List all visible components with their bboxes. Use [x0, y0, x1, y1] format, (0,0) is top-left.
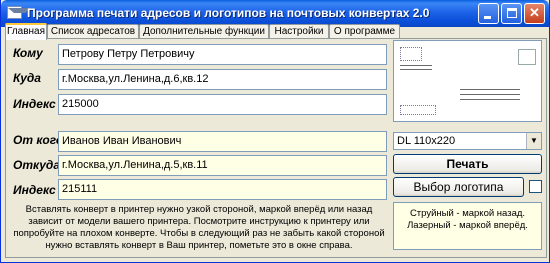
recipient-line-2	[460, 94, 520, 95]
printer-note-line-2: Лазерный - маркой вперёд.	[407, 220, 528, 231]
main-window: Программа печати адресов и логотипов на …	[0, 0, 550, 263]
where-field[interactable]: г.Москва,ул.Ленина,д.6,кв.12	[58, 69, 387, 90]
tab-extra-functions[interactable]: Дополнительные функции	[139, 24, 269, 39]
tab-about[interactable]: О программе	[329, 24, 400, 39]
sender-index-label: Индекс	[13, 183, 56, 197]
index-placeholder	[400, 105, 436, 115]
stamp-placeholder	[518, 49, 536, 65]
insertion-hint: Вставлять конверт в принтер нужно узкой …	[13, 204, 385, 251]
tab-settings[interactable]: Настройки	[269, 24, 329, 39]
close-button[interactable]: ✕	[524, 3, 545, 24]
printer-note-line-1: Струйный - маркой назад.	[409, 208, 526, 219]
minimize-button[interactable]	[478, 3, 499, 24]
maximize-icon	[507, 8, 517, 18]
envelope-format-select[interactable]: DL 110x220 ▼	[393, 132, 542, 150]
sender-line-2	[400, 69, 432, 70]
whence-label: Откуда	[13, 158, 60, 172]
to-label: Кому	[13, 46, 43, 60]
maximize-button[interactable]	[501, 3, 522, 24]
recipient-line-3	[460, 99, 520, 100]
logo-checkbox[interactable]	[529, 180, 542, 193]
whence-field[interactable]: г.Москва,ул.Ленина,д.5,кв.11	[58, 155, 387, 176]
title-bar[interactable]: Программа печати адресов и логотипов на …	[1, 0, 549, 27]
sender-index-field[interactable]: 215111	[58, 179, 387, 200]
sender-line-1	[400, 65, 432, 66]
envelope-preview	[393, 40, 542, 122]
tab-main[interactable]: Главная	[5, 23, 47, 40]
to-field[interactable]: Петрову Петру Петровичу	[58, 44, 387, 65]
tab-address-list[interactable]: Список адресатов	[47, 24, 139, 39]
envelope-app-icon	[7, 6, 31, 19]
close-icon: ✕	[529, 5, 540, 20]
recipient-index-label: Индекс	[13, 97, 56, 111]
recipient-index-field[interactable]: 215000	[58, 94, 387, 115]
recipient-line-1	[460, 89, 520, 90]
window-title: Программа печати адресов и логотипов на …	[27, 6, 430, 20]
minimize-icon	[484, 16, 491, 19]
where-label: Куда	[13, 71, 41, 85]
chevron-down-icon[interactable]: ▼	[526, 133, 541, 149]
from-label: От кого	[13, 133, 64, 147]
envelope-format-value: DL 110x220	[397, 135, 456, 147]
print-button[interactable]: Печать	[393, 154, 542, 174]
from-field[interactable]: Иванов Иван Иванович	[58, 131, 387, 152]
choose-logo-button[interactable]: Выбор логотипа	[393, 177, 524, 197]
logo-placeholder	[400, 47, 422, 61]
printer-note-box[interactable]: Струйный - маркой назад. Лазерный - марк…	[393, 202, 542, 250]
